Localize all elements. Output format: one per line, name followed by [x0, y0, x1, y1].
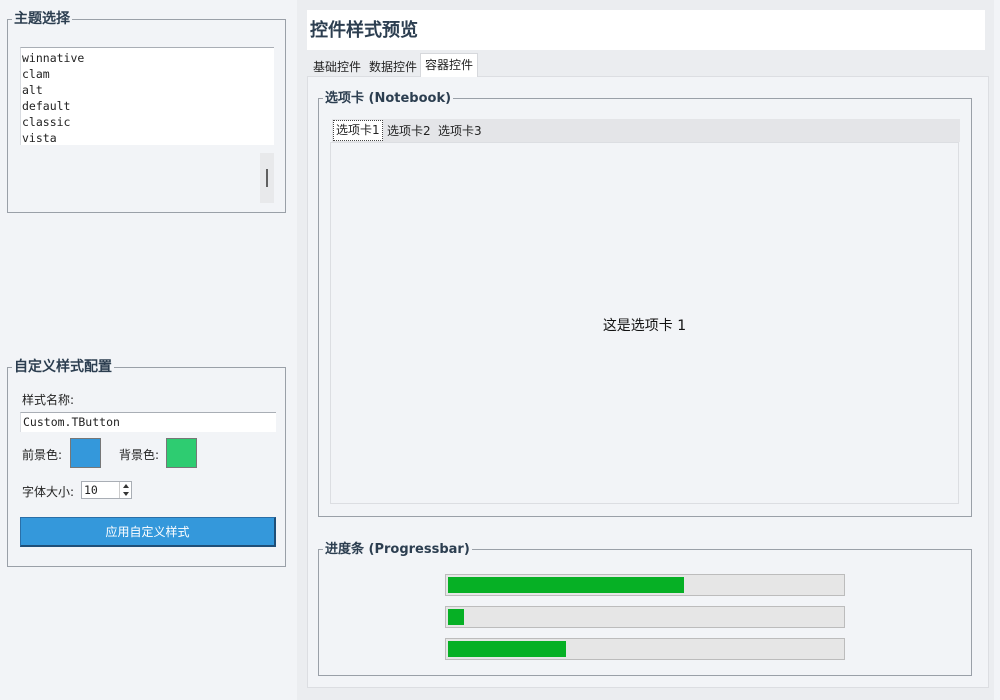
window-edge: [994, 0, 1000, 700]
theme-list-item[interactable]: classic: [22, 114, 274, 130]
foreground-color-swatch[interactable]: [70, 438, 101, 468]
notebook-group-title: 选项卡 (Notebook): [323, 90, 454, 108]
theme-list-item[interactable]: clam: [22, 66, 274, 82]
tab-data-controls[interactable]: 数据控件: [365, 56, 421, 78]
progressbar-1: [445, 574, 845, 596]
custom-style-group: 自定义样式配置 样式名称: Custom.TButton 前景色: 背景色: 字…: [7, 358, 286, 567]
tab-container-controls[interactable]: 容器控件: [420, 53, 479, 77]
progressbar-group-title: 进度条 (Progressbar): [323, 541, 472, 559]
inner-tab-1[interactable]: 选项卡1: [333, 120, 383, 141]
spin-up-icon[interactable]: [123, 484, 129, 488]
theme-list-item[interactable]: winnative: [22, 50, 274, 66]
tab-pane-text: 这是选项卡 1: [602, 318, 687, 334]
theme-selection-group: 主题选择 winnative clam alt default classic …: [7, 10, 286, 213]
theme-selection-title: 主题选择: [12, 10, 72, 28]
preview-header: 控件样式预览: [307, 10, 985, 50]
progressbar-2: [445, 606, 845, 628]
progress-fill: [448, 641, 566, 657]
style-name-input[interactable]: Custom.TButton: [20, 412, 276, 432]
theme-list-item[interactable]: vista: [22, 130, 274, 145]
page-title: 控件样式预览: [310, 20, 418, 41]
scrollbar-thumb[interactable]: [266, 169, 268, 187]
style-name-label: 样式名称:: [22, 393, 75, 407]
progress-fill: [448, 609, 464, 625]
font-size-spinbox[interactable]: 10: [81, 481, 132, 499]
theme-list-scrollbar[interactable]: [260, 153, 274, 203]
apply-custom-style-button[interactable]: 应用自定义样式: [20, 517, 276, 547]
foreground-color-label: 前景色:: [22, 448, 63, 462]
inner-tab-pane: 这是选项卡 1: [330, 142, 959, 504]
font-size-label: 字体大小:: [22, 485, 75, 499]
tab-basic-controls[interactable]: 基础控件: [309, 56, 365, 78]
font-size-value[interactable]: 10: [84, 483, 98, 497]
theme-listbox[interactable]: winnative clam alt default classic vista: [20, 47, 274, 145]
inner-tab-3[interactable]: 选项卡3: [436, 122, 484, 141]
theme-list-item[interactable]: alt: [22, 82, 274, 98]
progressbar-3: [445, 638, 845, 660]
background-color-swatch[interactable]: [166, 438, 197, 468]
spinbox-arrows[interactable]: [119, 482, 131, 498]
progress-fill: [448, 577, 684, 593]
inner-tab-2[interactable]: 选项卡2: [385, 122, 433, 141]
spin-down-icon[interactable]: [123, 492, 129, 496]
background-color-label: 背景色:: [119, 448, 160, 462]
theme-list-item[interactable]: default: [22, 98, 274, 114]
custom-style-title: 自定义样式配置: [12, 358, 114, 376]
